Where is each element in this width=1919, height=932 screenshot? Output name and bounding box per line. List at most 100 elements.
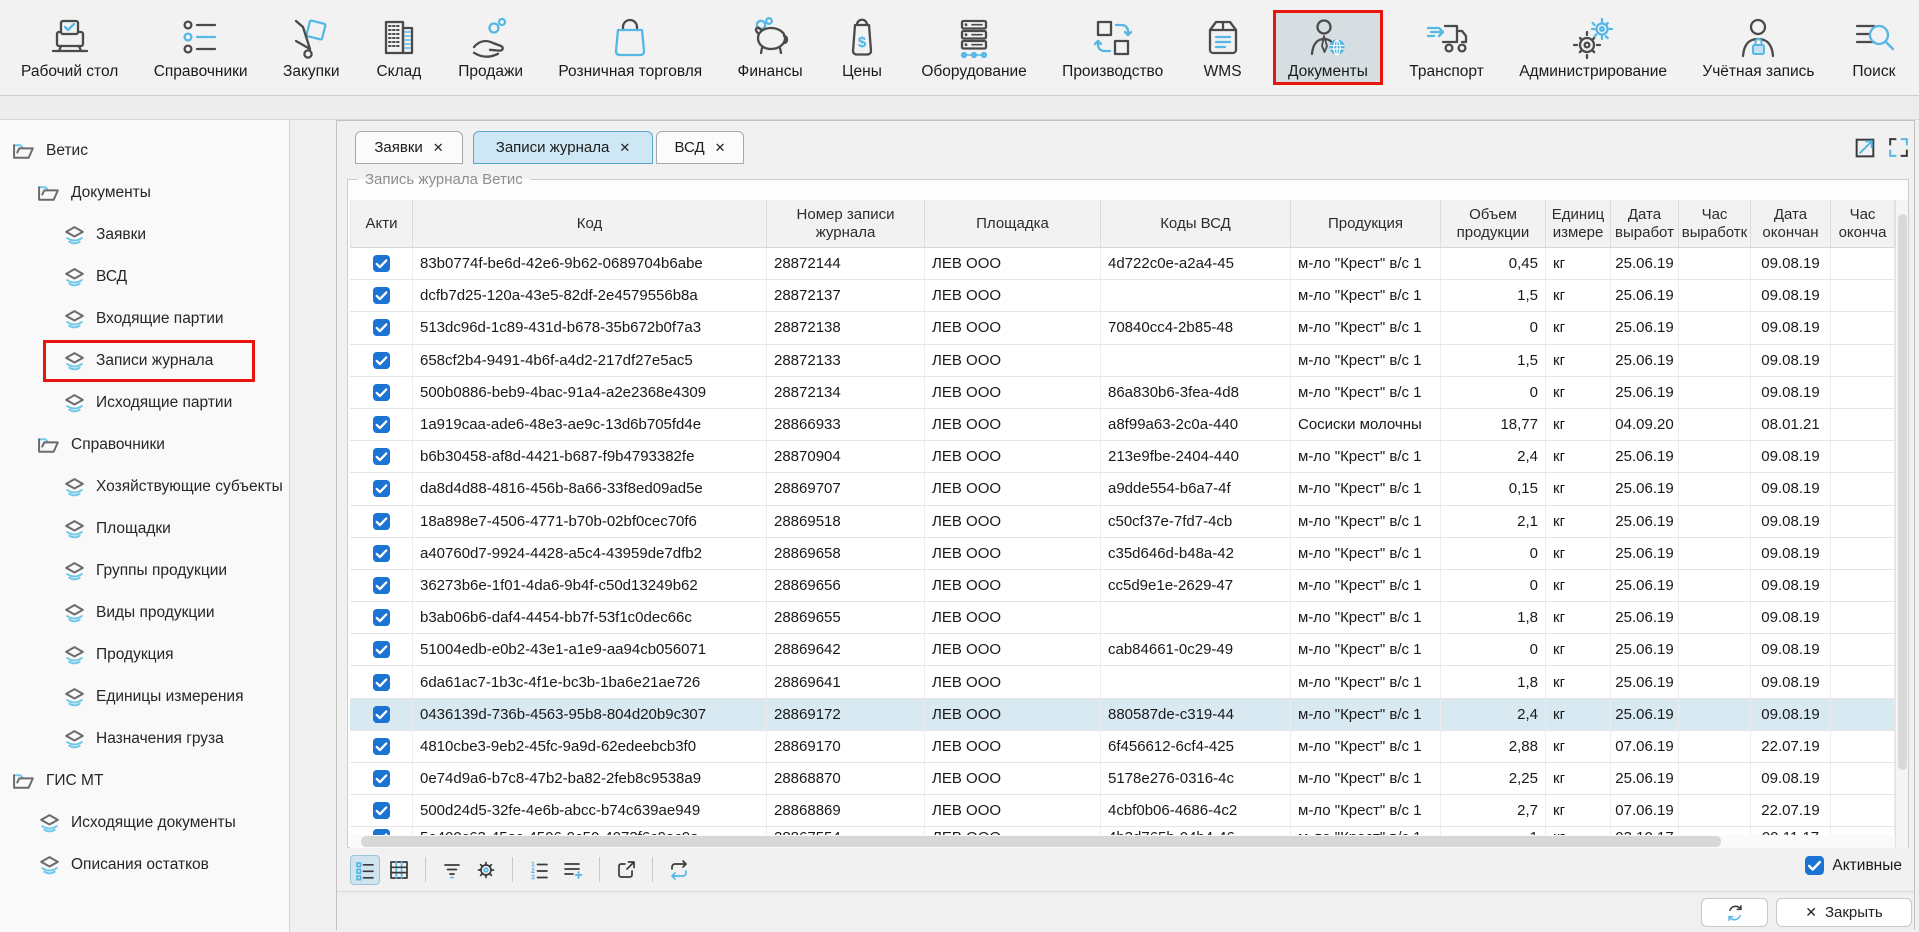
row-checkbox[interactable] [350,570,413,601]
toolbar-item-documents[interactable]: Документы [1273,10,1383,85]
column-header[interactable]: Объем продукции [1441,200,1546,248]
settings-gear-button[interactable] [471,855,501,885]
tab-journal-records[interactable]: Записи журнала✕ [473,131,653,164]
sidebar-item-documents[interactable]: Документы [0,172,289,214]
open-new-window-icon[interactable] [1853,135,1878,160]
toolbar-item-production[interactable]: Производство [1053,10,1172,85]
table-row[interactable]: 500b0886-beb9-4bac-91a4-a2e2368e43092887… [350,377,1895,409]
column-header[interactable]: Дата окончан [1751,200,1831,248]
sidebar-item-outgoing-documents[interactable]: Исходящие документы [0,802,289,844]
sidebar-item-business-entities[interactable]: Хозяйствующие субъекты [0,466,289,508]
row-checkbox[interactable] [350,634,413,665]
column-header[interactable]: Дата выработ [1611,200,1679,248]
toolbar-item-search[interactable]: Поиск [1841,10,1907,85]
close-button[interactable]: ✕ Закрыть [1776,898,1912,927]
vertical-scrollbar[interactable] [1895,200,1908,848]
table-row[interactable]: 0e74d9a6-b7c8-47b2-ba82-2feb8c9538a92886… [350,763,1895,795]
active-filter-checkbox[interactable]: Активные [1805,856,1902,875]
table-row[interactable]: dcfb7d25-120a-43e5-82df-2e4579556b8a2887… [350,280,1895,312]
refresh-button[interactable] [1701,898,1768,927]
row-checkbox[interactable] [350,473,413,504]
row-checkbox[interactable] [350,441,413,472]
column-header[interactable]: Номер записи журнала [767,200,925,248]
table-row[interactable]: 36273b6e-1f01-4da6-9b4f-c50d13249b622886… [350,570,1895,602]
table-row[interactable]: 0436139d-736b-4563-95b8-804d20b9c3072886… [350,699,1895,731]
toolbar-item-sales[interactable]: Продажи [449,10,532,85]
column-header[interactable]: Час оконча [1831,200,1895,248]
sidebar-item-units[interactable]: Единицы измерения [0,676,289,718]
sidebar-item-journal-records[interactable]: Записи журнала [0,340,289,382]
toolbar-item-purchases[interactable]: Закупки [274,10,349,85]
row-checkbox[interactable] [350,699,413,730]
add-list-button[interactable] [558,855,588,885]
toolbar-item-warehouse[interactable]: Склад [366,10,432,85]
column-header[interactable]: Площадка [925,200,1101,248]
column-header[interactable]: Акти [350,200,413,248]
sidebar-item-product-types[interactable]: Виды продукции [0,592,289,634]
tab-vsd[interactable]: ВСД✕ [656,131,744,164]
table-row[interactable]: 51004edb-e0b2-43e1-a1e9-aa94cb0560712886… [350,634,1895,666]
table-row[interactable]: 4810cbe3-9eb2-45fc-9a9d-62edeebcb3f02886… [350,731,1895,763]
filter-button[interactable] [437,855,467,885]
column-header[interactable]: Код [413,200,767,248]
row-checkbox[interactable] [350,377,413,408]
row-checkbox[interactable] [350,280,413,311]
row-checkbox[interactable] [350,763,413,794]
table-row[interactable]: da8d4d88-4816-456b-8a66-33f8ed09ad5e2886… [350,473,1895,505]
row-checkbox[interactable] [350,795,413,826]
tab-requests[interactable]: Заявки✕ [355,131,463,164]
sidebar-item-product-groups[interactable]: Группы продукции [0,550,289,592]
toolbar-item-prices[interactable]: $Цены [829,10,895,85]
toolbar-item-transport[interactable]: Транспорт [1400,10,1493,85]
toolbar-item-retail[interactable]: Розничная торговля [549,10,711,85]
sidebar-item-platforms[interactable]: Площадки [0,508,289,550]
scrollbar-thumb[interactable] [1898,214,1907,770]
row-checkbox[interactable] [350,248,413,279]
toolbar-item-equipment[interactable]: Оборудование [912,10,1035,85]
toolbar-item-finance[interactable]: Финансы [729,10,812,85]
column-header[interactable]: Единиц измере [1546,200,1611,248]
toolbar-item-account[interactable]: Учётная запись [1693,10,1823,85]
column-header[interactable]: Коды ВСД [1101,200,1291,248]
row-checkbox[interactable] [350,731,413,762]
sidebar-item-incoming-batches[interactable]: Входящие партии [0,298,289,340]
sidebar-item-catalogs[interactable]: Справочники [0,424,289,466]
tab-close-icon[interactable]: ✕ [619,140,630,156]
loop-reload-button[interactable] [664,855,694,885]
table-row[interactable]: 500d24d5-32fe-4e6b-abcc-b74c639ae9492886… [350,795,1895,827]
row-checkbox[interactable] [350,538,413,569]
column-header[interactable]: Час выработк [1679,200,1751,248]
fullscreen-icon[interactable] [1886,135,1911,160]
tab-close-icon[interactable]: ✕ [715,140,726,156]
toolbar-item-desktop[interactable]: Рабочий стол [12,10,127,85]
table-row[interactable]: 18a898e7-4506-4771-b70b-02bf0cec70f62886… [350,506,1895,538]
row-checkbox[interactable] [350,602,413,633]
row-checkbox[interactable] [350,312,413,343]
table-row[interactable]: 658cf2b4-9491-4b6f-a4d2-217df27e5ac52887… [350,345,1895,377]
toolbar-item-catalogs[interactable]: Справочники [145,10,257,85]
toolbar-item-wms[interactable]: WMS [1190,10,1256,85]
row-checkbox[interactable] [350,345,413,376]
sidebar-item-cargo-purposes[interactable]: Назначения груза [0,718,289,760]
table-row[interactable]: 6da61ac7-1b3c-4f1e-bc3b-1ba6e21ae7262886… [350,666,1895,698]
column-header[interactable]: Продукция [1291,200,1441,248]
sidebar-item-gis-mt[interactable]: ГИС МТ [0,760,289,802]
table-row[interactable]: 513dc96d-1c89-431d-b678-35b672b0f7a32887… [350,312,1895,344]
horizontal-scrollbar[interactable] [350,835,1895,848]
scrollbar-thumb[interactable] [361,836,1721,847]
sidebar-item-vsd[interactable]: ВСД [0,256,289,298]
grid-view-button[interactable] [384,855,414,885]
sidebar-item-products[interactable]: Продукция [0,634,289,676]
list-view-button[interactable] [350,855,380,885]
open-external-button[interactable] [611,855,641,885]
tab-close-icon[interactable]: ✕ [433,140,444,156]
sidebar-item-requests[interactable]: Заявки [0,214,289,256]
table-row[interactable]: a40760d7-9924-4428-a5c4-43959de7dfb22886… [350,538,1895,570]
row-checkbox[interactable] [350,506,413,537]
numbered-list-button[interactable]: 123 [524,855,554,885]
table-row[interactable]: b6b30458-af8d-4421-b687-f9b4793382fe2887… [350,441,1895,473]
toolbar-item-administration[interactable]: Администрирование [1510,10,1676,85]
sidebar-item-residue-descriptions[interactable]: Описания остатков [0,844,289,886]
table-row[interactable]: b3ab06b6-daf4-4454-bb7f-53f1c0dec66c2886… [350,602,1895,634]
row-checkbox[interactable] [350,666,413,697]
